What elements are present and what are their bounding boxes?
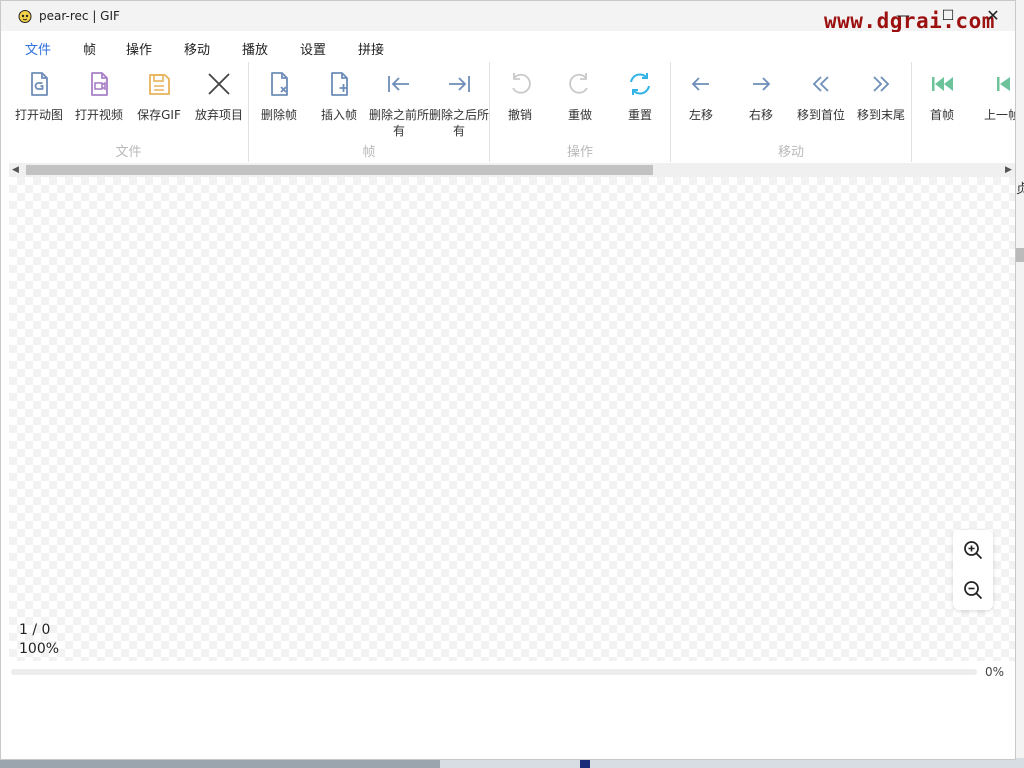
undo-button[interactable]: 撤销 [490, 70, 550, 142]
zoom-level: 100% [19, 641, 60, 657]
refresh-icon [630, 73, 650, 95]
toolbar-ribbon: 打开动图 打开视频 保存GIF 放弃项目 文件 删除帧 插入帧 删除之前所有 删… [1, 62, 1015, 162]
scrollbar-thumb[interactable] [26, 165, 653, 175]
menu-frame[interactable]: 帧 [83, 39, 96, 58]
save-gif-button[interactable]: 保存GIF [129, 70, 189, 142]
undo-icon [512, 73, 531, 94]
background-window-text: 贞 [1016, 182, 1024, 197]
move-last-button[interactable]: 移到末尾 [851, 70, 911, 142]
zoom-out-icon [964, 581, 983, 600]
arrow-right-icon [753, 77, 771, 91]
open-gif-button[interactable]: 打开动图 [9, 70, 69, 142]
save-icon [149, 74, 170, 95]
background-scroll-thumb [1016, 248, 1024, 262]
zoom-in-icon [964, 541, 983, 560]
move-left-button[interactable]: 左移 [671, 70, 731, 142]
move-last-label: 移到末尾 [856, 108, 905, 122]
file-add-icon [331, 72, 348, 96]
first-frame-label: 首帧 [929, 108, 954, 122]
undo-label: 撤销 [507, 108, 532, 122]
arrow-left-icon [691, 77, 709, 91]
arrow-to-start-icon [388, 76, 409, 92]
double-chevron-left-icon [812, 76, 829, 92]
first-frame-button[interactable]: 首帧 [912, 70, 972, 142]
menu-operation[interactable]: 操作 [126, 39, 152, 58]
group-file: 打开动图 打开视频 保存GIF 放弃项目 文件 [9, 62, 249, 162]
delete-after-label: 删除之后所有 [428, 108, 489, 138]
reset-label: 重置 [627, 108, 652, 122]
gif-preview-canvas[interactable] [9, 177, 1015, 661]
maximize-button[interactable]: ☐ [936, 5, 960, 27]
open-video-button[interactable]: 打开视频 [69, 70, 129, 142]
close-icon [208, 73, 230, 95]
scroll-left-arrow-icon[interactable]: ◀ [12, 163, 19, 177]
window-title: pear-rec | GIF [39, 9, 120, 23]
frame-info: 1 / 0 100% [19, 621, 59, 659]
title-bar[interactable]: pear-rec | GIF www.dgrai.com — ☐ ✕ [1, 1, 1015, 33]
menu-stitch[interactable]: 拼接 [358, 39, 384, 58]
ribbon-horizontal-scrollbar[interactable]: ◀ ▶ [9, 163, 1015, 177]
progress-percent: 0% [985, 665, 1005, 679]
move-right-button[interactable]: 右移 [731, 70, 791, 142]
group-file-label: 文件 [115, 145, 142, 160]
open-video-label: 打开视频 [74, 108, 123, 122]
save-gif-label: 保存GIF [137, 108, 181, 122]
menu-bar: 文件 帧 操作 移动 播放 设置 拼接 [1, 32, 1015, 62]
group-operation: 撤销 重做 重置 操作 [490, 62, 671, 162]
delete-before-button[interactable]: 删除之前所有 [369, 70, 429, 142]
background-window-edge: 贞 [1016, 0, 1024, 768]
prev-frame-button[interactable]: 上一帧 [972, 70, 1015, 142]
file-video-icon [91, 72, 108, 96]
prev-frame-label: 上一帧 [983, 108, 1015, 122]
redo-label: 重做 [567, 108, 592, 122]
group-frame: 删除帧 插入帧 删除之前所有 删除之后所有 帧 [249, 62, 490, 162]
arrow-to-end-icon [449, 76, 470, 92]
pear-logo-icon [18, 10, 32, 23]
minimize-button[interactable]: — [891, 5, 915, 27]
gif-editor-window: pear-rec | GIF www.dgrai.com — ☐ ✕ 文件 帧 … [0, 0, 1016, 760]
move-right-label: 右移 [748, 108, 773, 122]
move-first-button[interactable]: 移到首位 [791, 70, 851, 142]
menu-file[interactable]: 文件 [25, 39, 51, 58]
reset-button[interactable]: 重置 [610, 70, 670, 142]
close-button[interactable]: ✕ [981, 5, 1005, 27]
frame-list-area[interactable] [1, 681, 1015, 759]
zoom-in-button[interactable] [961, 538, 985, 562]
skip-to-start-icon [932, 77, 953, 91]
group-frame-label: 帧 [362, 145, 376, 160]
menu-play[interactable]: 播放 [242, 39, 268, 58]
insert-frame-button[interactable]: 插入帧 [309, 70, 369, 142]
group-operation-label: 操作 [566, 145, 593, 160]
delete-frame-button[interactable]: 删除帧 [249, 70, 309, 142]
previous-frame-icon [997, 77, 1010, 91]
group-play: 首帧 上一帧 [912, 62, 1015, 162]
insert-frame-label: 插入帧 [320, 108, 357, 122]
delete-after-button[interactable]: 删除之后所有 [429, 70, 489, 142]
redo-icon [569, 73, 588, 94]
frame-counter: 1 / 0 [19, 622, 51, 638]
file-delete-icon [271, 72, 288, 96]
group-move: 左移 右移 移到首位 移到末尾 移动 [671, 62, 912, 162]
double-chevron-right-icon [873, 76, 890, 92]
move-left-label: 左移 [688, 108, 713, 122]
zoom-controls [953, 530, 993, 610]
file-gif-icon [31, 72, 48, 96]
group-move-label: 移动 [777, 145, 804, 160]
menu-settings[interactable]: 设置 [300, 39, 326, 58]
menu-move[interactable]: 移动 [184, 39, 210, 58]
redo-button[interactable]: 重做 [550, 70, 610, 142]
discard-project-button[interactable]: 放弃项目 [189, 70, 249, 142]
delete-frame-label: 删除帧 [260, 108, 297, 122]
delete-before-label: 删除之前所有 [368, 108, 429, 138]
progress-bar [11, 669, 977, 675]
zoom-out-button[interactable] [961, 578, 985, 602]
move-first-label: 移到首位 [796, 108, 845, 122]
scroll-right-arrow-icon[interactable]: ▶ [1005, 163, 1012, 177]
open-gif-label: 打开动图 [14, 108, 63, 122]
discard-project-label: 放弃项目 [194, 108, 243, 122]
